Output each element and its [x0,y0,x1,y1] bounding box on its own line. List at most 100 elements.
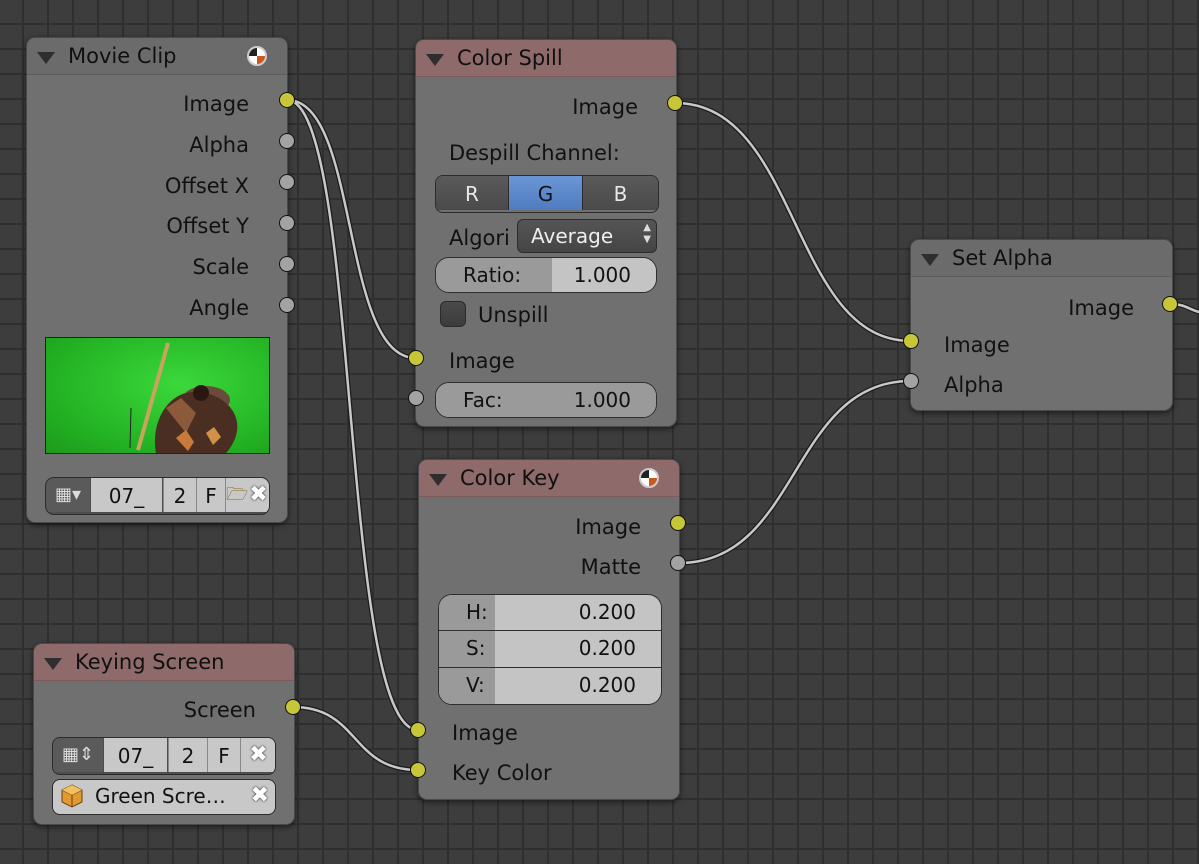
color-spill-out-image-socket[interactable] [667,95,683,111]
output-image-label: Image [572,95,638,119]
channel-b-button[interactable]: B [583,176,658,210]
despill-channel-label: Despill Channel: [449,141,620,165]
color-key-out-matte-socket[interactable] [670,555,686,571]
movie-clip-scale-socket[interactable] [279,256,295,272]
preview-toggle-icon[interactable] [247,46,267,66]
preview-toggle-icon[interactable] [639,468,659,488]
actor-silhouette [129,342,238,453]
set-alpha-node[interactable]: Set Alpha Image Image Alpha [910,239,1173,411]
node-title: Color Key [460,466,560,490]
output-image-label: Image [575,515,641,539]
despill-channel-selector[interactable]: R G B [435,175,659,213]
clip-selector-widget[interactable]: ▦▾ 07_ 2 F 🗁 ✖ [45,477,270,515]
tracking-object-field[interactable]: Green Scre… ✖ [52,779,276,815]
link-clip-to-key [284,97,421,733]
unlink-x-icon[interactable]: ✖ [240,738,275,772]
object-cube-icon [61,784,83,808]
algorithm-label: Algori [449,226,510,250]
link-spill-to-setalpha [672,100,914,344]
collapse-triangle-icon[interactable] [429,474,447,486]
output-offset-x-label: Offset X [164,174,249,198]
color-key-out-image-socket[interactable] [670,515,686,531]
v-field[interactable]: V: 0.200 [439,668,661,704]
algorithm-dropdown[interactable]: Average ▲ ▼ [517,219,657,253]
clip-name-field[interactable]: 07_ [91,478,162,512]
clip-users-count[interactable]: 2 [163,478,196,512]
v-value: 0.200 [578,673,636,697]
output-image-label: Image [183,92,249,116]
channel-g-button[interactable]: G [509,176,583,210]
set-alpha-in-alpha-socket[interactable] [903,373,919,389]
set-alpha-in-image-socket[interactable] [903,333,919,349]
color-spill-in-image-socket[interactable] [408,350,424,366]
color-key-in-image-socket[interactable] [410,722,426,738]
node-header[interactable]: Keying Screen [34,644,294,681]
node-title: Movie Clip [68,44,177,68]
keying-screen-out-socket[interactable] [285,699,301,715]
output-screen-label: Screen [183,698,256,722]
fac-label: Fac: [463,388,503,412]
set-alpha-out-image-socket[interactable] [1162,296,1178,312]
output-scale-label: Scale [192,255,250,279]
clip-browse-icon[interactable]: ▦▾ [46,478,90,512]
fac-value: 1.000 [573,388,631,412]
s-field[interactable]: S: 0.200 [439,631,661,668]
color-spill-fac-socket[interactable] [408,390,424,406]
fac-field[interactable]: Fac: 1.000 [435,382,657,418]
movie-clip-image-socket[interactable] [279,92,295,108]
h-field[interactable]: H: 0.200 [439,595,661,631]
open-folder-icon[interactable]: 🗁 [225,478,248,512]
output-angle-label: Angle [189,296,249,320]
movie-clip-offset-y-socket[interactable] [279,215,295,231]
clip-preview-image [45,337,270,454]
clip-browse-icon[interactable]: ▦⇕ [53,738,103,772]
color-key-in-key-color-socket[interactable] [410,762,426,778]
input-alpha-label: Alpha [944,373,1004,397]
cube-svg [61,784,83,808]
node-title: Set Alpha [952,246,1053,270]
unspill-checkbox[interactable] [440,301,466,327]
clip-name-field[interactable]: 07_ [104,738,167,772]
clip-fake-user-button[interactable]: F [196,478,225,512]
color-key-node[interactable]: Color Key Image Matte H: 0.200 S: 0.200 … [418,459,680,800]
clip-fake-user-button[interactable]: F [207,738,240,772]
collapse-triangle-icon[interactable] [921,254,939,266]
input-image-label: Image [452,721,518,745]
ratio-value: 1.000 [573,263,631,287]
unspill-label: Unspill [478,303,549,327]
h-value: 0.200 [578,600,636,624]
unlink-x-icon[interactable]: ✖ [248,478,269,512]
output-alpha-label: Alpha [189,133,249,157]
h-label: H: [466,600,488,624]
keying-screen-node[interactable]: Keying Screen Screen ▦⇕ 07_ 2 F ✖ Green … [33,643,295,825]
v-label: V: [466,673,485,697]
tracking-object-name: Green Scre… [95,784,226,808]
clear-x-icon[interactable]: ✖ [251,780,269,812]
output-offset-y-label: Offset Y [166,214,249,238]
input-image-label: Image [449,349,515,373]
channel-r-button[interactable]: R [436,176,509,210]
collapse-triangle-icon[interactable] [44,658,62,670]
movie-clip-offset-x-socket[interactable] [279,174,295,190]
output-image-label: Image [1068,296,1134,320]
movie-clip-alpha-socket[interactable] [279,133,295,149]
clip-users-count[interactable]: 2 [168,738,207,772]
ratio-label: Ratio: [463,263,522,287]
node-header[interactable]: Color Key [419,460,679,497]
node-header[interactable]: Color Spill [416,40,676,77]
movie-clip-node[interactable]: Movie Clip Image Alpha Offset X Offset Y… [26,37,288,523]
node-header[interactable]: Set Alpha [911,240,1172,277]
algorithm-value: Average [531,224,614,248]
movie-clip-angle-socket[interactable] [279,297,295,313]
ratio-field[interactable]: Ratio: 1.000 [435,257,657,293]
clip-selector-widget[interactable]: ▦⇕ 07_ 2 F ✖ [52,737,276,775]
node-title: Keying Screen [75,650,225,674]
hsv-fields: H: 0.200 S: 0.200 V: 0.200 [438,594,662,705]
input-image-label: Image [944,333,1010,357]
collapse-triangle-icon[interactable] [426,54,444,66]
output-matte-label: Matte [580,555,641,579]
color-spill-node[interactable]: Color Spill Image Despill Channel: R G B… [415,39,677,427]
input-key-color-label: Key Color [452,761,552,785]
node-header[interactable]: Movie Clip [27,38,287,75]
collapse-triangle-icon[interactable] [37,52,55,64]
